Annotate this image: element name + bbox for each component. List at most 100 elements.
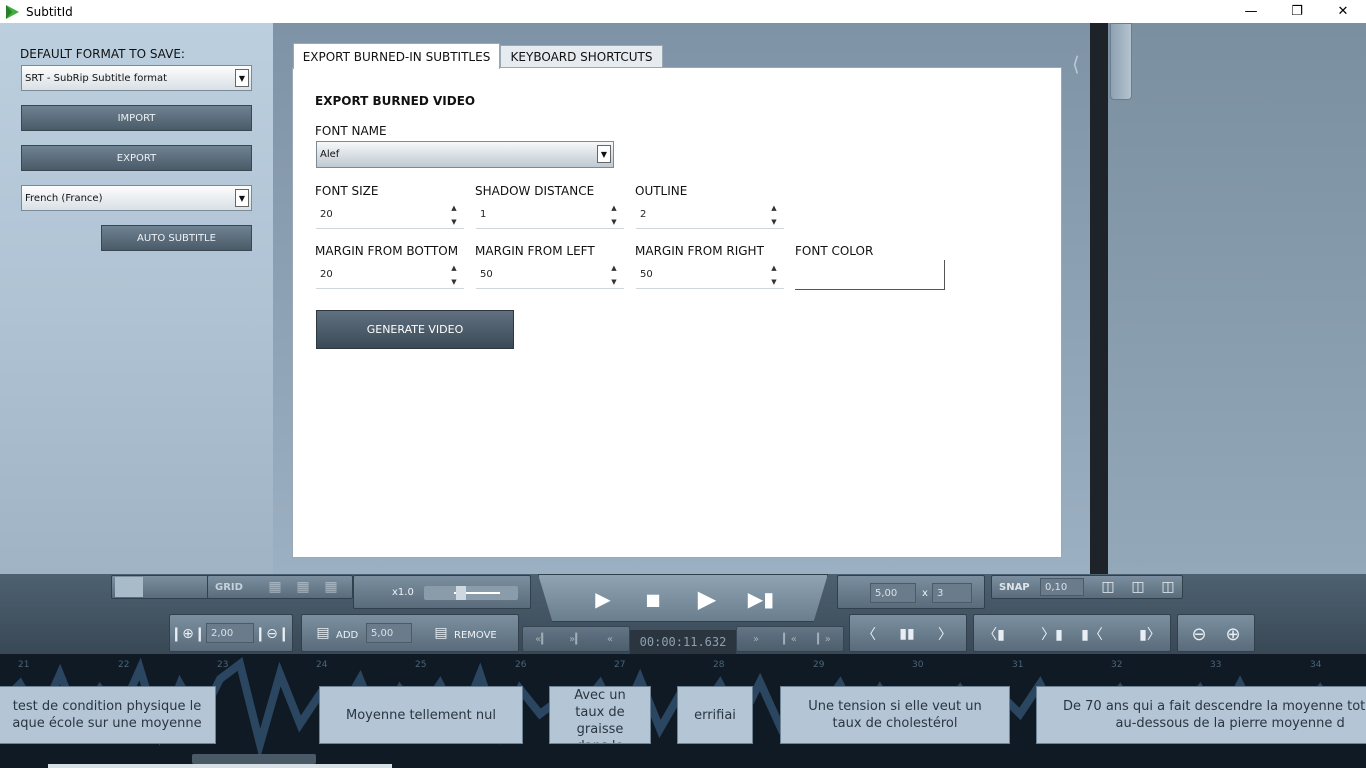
subtitle-block[interactable]: errifiai xyxy=(677,686,753,744)
language-select[interactable]: French (France) ▼ xyxy=(21,185,252,211)
shadow-distance-spinbox[interactable]: 1 ▲ ▼ xyxy=(476,201,624,229)
margin-left-spinbox[interactable]: 50 ▲ ▼ xyxy=(476,261,624,289)
font-size-label: FONT SIZE xyxy=(315,184,379,198)
timeline-scrollbar[interactable] xyxy=(192,754,316,764)
remove-label[interactable]: REMOVE xyxy=(454,630,497,641)
add-icon[interactable]: ▤ xyxy=(312,623,334,643)
arrow-down-icon[interactable]: ▼ xyxy=(451,278,456,286)
next-subtitle-icon[interactable]: ▎» xyxy=(809,630,839,648)
close-icon[interactable]: ✕ xyxy=(1320,0,1366,23)
play-selection-icon[interactable]: ▶ xyxy=(581,579,625,619)
export-button[interactable]: EXPORT xyxy=(21,145,252,171)
tab-export-burned-in[interactable]: EXPORT BURNED-IN SUBTITLES xyxy=(293,43,500,69)
grid-label[interactable]: GRID xyxy=(215,582,243,593)
rewind-icon[interactable]: « xyxy=(595,630,625,648)
increase-gap-icon[interactable]: ❙⊖❙ xyxy=(254,624,289,644)
format-select[interactable]: SRT - SubRip Subtitle format ▼ xyxy=(21,65,252,91)
speed-slider[interactable] xyxy=(424,586,518,600)
window-title: SubtitId xyxy=(26,4,73,19)
view-mode-2-icon[interactable] xyxy=(145,577,173,597)
outline-spinbox[interactable]: 2 ▲ ▼ xyxy=(636,201,784,229)
margin-left-value: 50 xyxy=(480,269,493,280)
snap-mode-1-icon[interactable]: ◫ xyxy=(1096,578,1120,596)
arrow-down-icon[interactable]: ▼ xyxy=(451,218,456,226)
view-mode-1-icon[interactable] xyxy=(115,577,143,597)
arrow-up-icon[interactable]: ▲ xyxy=(451,204,456,212)
next-frame-icon[interactable]: ▎« xyxy=(775,630,805,648)
add-remove-group: ▤ ADD 5,00 ▤ REMOVE xyxy=(301,614,519,652)
align-end-icon[interactable]: 〉 xyxy=(932,624,958,644)
align-center-icon[interactable]: ▮▮ xyxy=(894,624,920,644)
ruler-tick: 23 xyxy=(217,660,229,670)
font-size-spinbox[interactable]: 20 ▲ ▼ xyxy=(316,201,464,229)
timeline[interactable]: 21 22 23 24 25 26 27 28 29 30 31 32 33 3… xyxy=(0,654,1366,768)
subtitle-block[interactable]: Une tension si elle veut un taux de chol… xyxy=(780,686,1010,744)
transport-controls: ▶ ■ ▶ ▶▮ xyxy=(538,574,828,622)
panel-splitter[interactable] xyxy=(1090,23,1108,574)
arrow-up-icon[interactable]: ▲ xyxy=(611,204,616,212)
horizontal-scrollbar[interactable] xyxy=(48,764,392,768)
view-mode-3-icon[interactable] xyxy=(175,577,203,597)
arrow-up-icon[interactable]: ▲ xyxy=(611,264,616,272)
generate-video-button[interactable]: GENERATE VIDEO xyxy=(316,310,514,349)
arrow-down-icon[interactable]: ▼ xyxy=(771,218,776,226)
drag-handle[interactable] xyxy=(1110,23,1132,100)
forward-icon[interactable]: » xyxy=(741,630,771,648)
trim-start-icon[interactable]: 〈▮ xyxy=(980,624,1008,644)
prev-frame-icon[interactable]: »▎ xyxy=(561,630,591,648)
trim-mid-left-icon[interactable]: 〉▮ xyxy=(1038,624,1066,644)
arrow-down-icon[interactable]: ▼ xyxy=(611,278,616,286)
arrow-up-icon[interactable]: ▲ xyxy=(771,204,776,212)
ruler-tick: 31 xyxy=(1012,660,1024,670)
font-name-select[interactable]: Alef ▼ xyxy=(316,141,614,168)
add-duration-spinbox[interactable]: 5,00 xyxy=(366,623,412,643)
subtitle-block[interactable]: De 70 ans qui a fait descendre la moyenn… xyxy=(1036,686,1366,744)
outline-label: OUTLINE xyxy=(635,184,688,198)
trim-end-icon[interactable]: ▮〉 xyxy=(1136,624,1164,644)
align-start-icon[interactable]: 〈 xyxy=(856,624,882,644)
trim-mid-right-icon[interactable]: ▮〈 xyxy=(1078,624,1106,644)
margin-left-label: MARGIN FROM LEFT xyxy=(475,244,595,258)
import-button[interactable]: IMPORT xyxy=(21,105,252,131)
gap-spinbox[interactable]: 2,00 xyxy=(206,623,254,643)
remove-icon[interactable]: ▤ xyxy=(430,623,452,643)
play-to-end-icon[interactable]: ▶▮ xyxy=(739,579,783,619)
grid-option-3-icon[interactable]: ▦ xyxy=(320,578,342,596)
speed-slider-handle[interactable] xyxy=(456,586,466,600)
stop-icon[interactable]: ■ xyxy=(631,579,675,619)
snap-mode-2-icon[interactable]: ◫ xyxy=(1126,578,1150,596)
arrow-up-icon[interactable]: ▲ xyxy=(451,264,456,272)
ruler-tick: 32 xyxy=(1111,660,1123,670)
zoom-in-icon[interactable]: ⊕ xyxy=(1220,623,1246,645)
speed-label: x1.0 xyxy=(392,587,414,598)
outline-value: 2 xyxy=(640,209,647,220)
subtitle-block[interactable]: Avec un taux de graisse dans le xyxy=(549,686,651,744)
add-label[interactable]: ADD xyxy=(336,630,358,641)
margin-bottom-label: MARGIN FROM BOTTOM xyxy=(315,244,459,258)
margin-right-spinbox[interactable]: 50 ▲ ▼ xyxy=(636,261,784,289)
play-icon[interactable]: ▶ xyxy=(685,579,729,619)
snap-mode-3-icon[interactable]: ◫ xyxy=(1156,578,1180,596)
snap-spinbox[interactable]: 0,10 xyxy=(1040,578,1084,596)
right-panel xyxy=(1108,23,1366,574)
zoom-out-icon[interactable]: ⊖ xyxy=(1186,623,1212,645)
arrow-down-icon[interactable]: ▼ xyxy=(771,278,776,286)
restore-icon[interactable]: ❐ xyxy=(1274,0,1320,23)
minimize-icon[interactable]: — xyxy=(1228,0,1274,23)
tab-keyboard-shortcuts[interactable]: KEYBOARD SHORTCUTS xyxy=(500,45,663,68)
zoom-mult-spinbox[interactable]: 3 xyxy=(932,583,972,603)
font-color-picker[interactable] xyxy=(795,260,945,290)
subtitle-block[interactable]: Moyenne tellement nul xyxy=(319,686,523,744)
subtitle-block[interactable]: test de condition physique le aque école… xyxy=(0,686,216,744)
arrow-up-icon[interactable]: ▲ xyxy=(771,264,776,272)
arrow-down-icon[interactable]: ▼ xyxy=(611,218,616,226)
auto-subtitle-button[interactable]: AUTO SUBTITLE xyxy=(101,225,252,251)
collapse-arrow-icon[interactable]: ⟨ xyxy=(1072,52,1080,76)
ruler-tick: 30 xyxy=(912,660,924,670)
grid-option-2-icon[interactable]: ▦ xyxy=(292,578,314,596)
prev-subtitle-icon[interactable]: «▎ xyxy=(527,630,557,648)
margin-bottom-spinbox[interactable]: 20 ▲ ▼ xyxy=(316,261,464,289)
zoom-spinbox[interactable]: 5,00 xyxy=(870,583,916,603)
grid-option-1-icon[interactable]: ▦ xyxy=(264,578,286,596)
decrease-gap-icon[interactable]: ❙⊕❙ xyxy=(170,624,205,644)
